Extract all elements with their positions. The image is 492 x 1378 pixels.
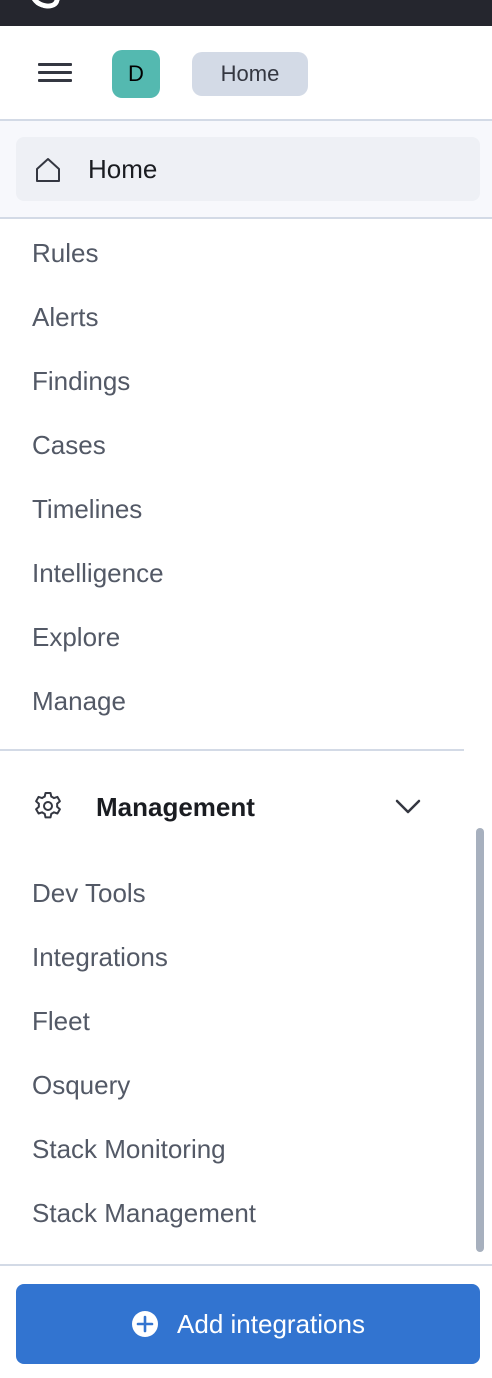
nav-item-findings[interactable]: Findings (32, 366, 130, 397)
gear-icon (35, 792, 61, 819)
nav-item-stack-management[interactable]: Stack Management (32, 1198, 256, 1229)
nav-item-cases[interactable]: Cases (32, 430, 106, 461)
scrollbar[interactable] (476, 828, 484, 1252)
chevron-down-icon[interactable] (394, 798, 422, 816)
nav-item-integrations[interactable]: Integrations (32, 942, 168, 973)
nav-item-fleet[interactable]: Fleet (32, 1006, 90, 1037)
add-integrations-button[interactable]: Add integrations (16, 1284, 480, 1364)
nav-item-alerts[interactable]: Alerts (32, 302, 98, 333)
add-integrations-label: Add integrations (177, 1308, 365, 1339)
home-section: Home (0, 121, 492, 219)
nav-item-timelines[interactable]: Timelines (32, 494, 142, 525)
management-title: Management (96, 792, 255, 822)
header: D Home (0, 26, 492, 121)
nav-item-intelligence[interactable]: Intelligence (32, 558, 164, 589)
nav-item-stack-monitoring[interactable]: Stack Monitoring (32, 1134, 226, 1165)
logo-icon (27, 0, 63, 13)
footer: Add integrations (0, 1264, 492, 1378)
nav-item-manage[interactable]: Manage (32, 686, 126, 717)
nav-item-home[interactable]: Home (16, 137, 480, 201)
top-bar (0, 0, 492, 26)
avatar[interactable]: D (112, 50, 160, 98)
plus-circle-icon (132, 1311, 159, 1337)
section-divider (0, 749, 464, 751)
management-section-toggle[interactable]: Management (0, 770, 464, 846)
nav-item-osquery[interactable]: Osquery (32, 1070, 130, 1101)
nav-item-explore[interactable]: Explore (32, 622, 120, 653)
home-icon (36, 158, 60, 182)
nav-item-dev-tools[interactable]: Dev Tools (32, 878, 146, 909)
nav-item-rules[interactable]: Rules (32, 238, 98, 269)
nav-item-home-label: Home (88, 154, 158, 184)
menu-icon[interactable] (38, 60, 72, 86)
breadcrumb[interactable]: Home (192, 52, 308, 96)
